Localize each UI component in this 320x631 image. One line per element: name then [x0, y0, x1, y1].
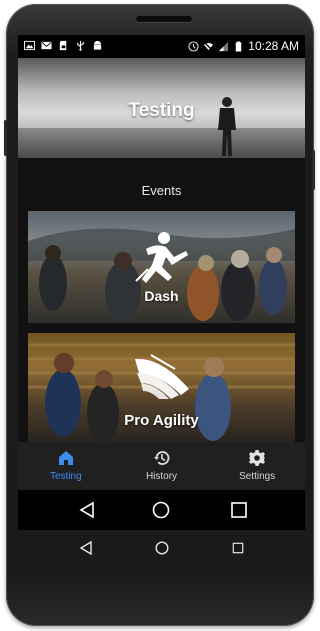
- gear-icon: [249, 450, 266, 466]
- volume-button: [4, 120, 7, 156]
- bottom-navigation: Testing History Settings: [18, 442, 305, 490]
- hardware-back-icon[interactable]: [79, 541, 93, 555]
- back-icon[interactable]: [78, 501, 96, 519]
- android-system-nav-bar: [18, 490, 305, 530]
- power-button: [312, 150, 315, 190]
- battery-icon: [236, 40, 242, 52]
- hardware-nav-bar: [18, 530, 305, 566]
- android-debug-icon: [93, 40, 102, 50]
- home-circle-icon[interactable]: [152, 501, 170, 519]
- signal-icon: [219, 41, 229, 51]
- tab-label-settings: Settings: [239, 471, 276, 482]
- header-banner: Testing: [18, 58, 305, 158]
- event-card-pro-agility[interactable]: Pro Agility: [28, 333, 295, 445]
- events-heading: Events: [141, 183, 182, 198]
- home-icon: [58, 451, 73, 465]
- tab-label-history: History: [145, 471, 178, 482]
- status-bar: 10:28 AM: [18, 35, 305, 58]
- no-wifi-icon: [203, 40, 214, 52]
- hardware-recents-icon[interactable]: [232, 542, 244, 554]
- event-label-pro-agility: Pro Agility: [124, 412, 199, 429]
- event-card-dash[interactable]: Dash: [28, 211, 295, 323]
- tab-label-testing: Testing: [49, 471, 82, 482]
- tab-testing[interactable]: Testing: [18, 442, 114, 490]
- mail-icon: [41, 41, 52, 50]
- usb-icon: [77, 40, 84, 51]
- sprinter-icon: [134, 232, 188, 283]
- earpiece-speaker: [136, 16, 192, 22]
- hardware-home-icon[interactable]: [155, 541, 169, 555]
- tab-history[interactable]: History: [114, 442, 210, 490]
- winged-icon: [134, 354, 189, 399]
- clock: 10:28 AM: [248, 39, 299, 53]
- history-icon: [153, 451, 169, 465]
- gallery-icon: [24, 40, 35, 51]
- tab-settings[interactable]: Settings: [209, 442, 305, 490]
- recents-icon[interactable]: [230, 501, 248, 519]
- sd-card-icon: [59, 40, 67, 51]
- app-screen: 10:28 AM Testing Events Dash Pro Agility…: [18, 35, 305, 490]
- vibrate-icon: [188, 40, 199, 52]
- page-title: Testing: [128, 100, 195, 121]
- event-label-dash: Dash: [144, 288, 179, 304]
